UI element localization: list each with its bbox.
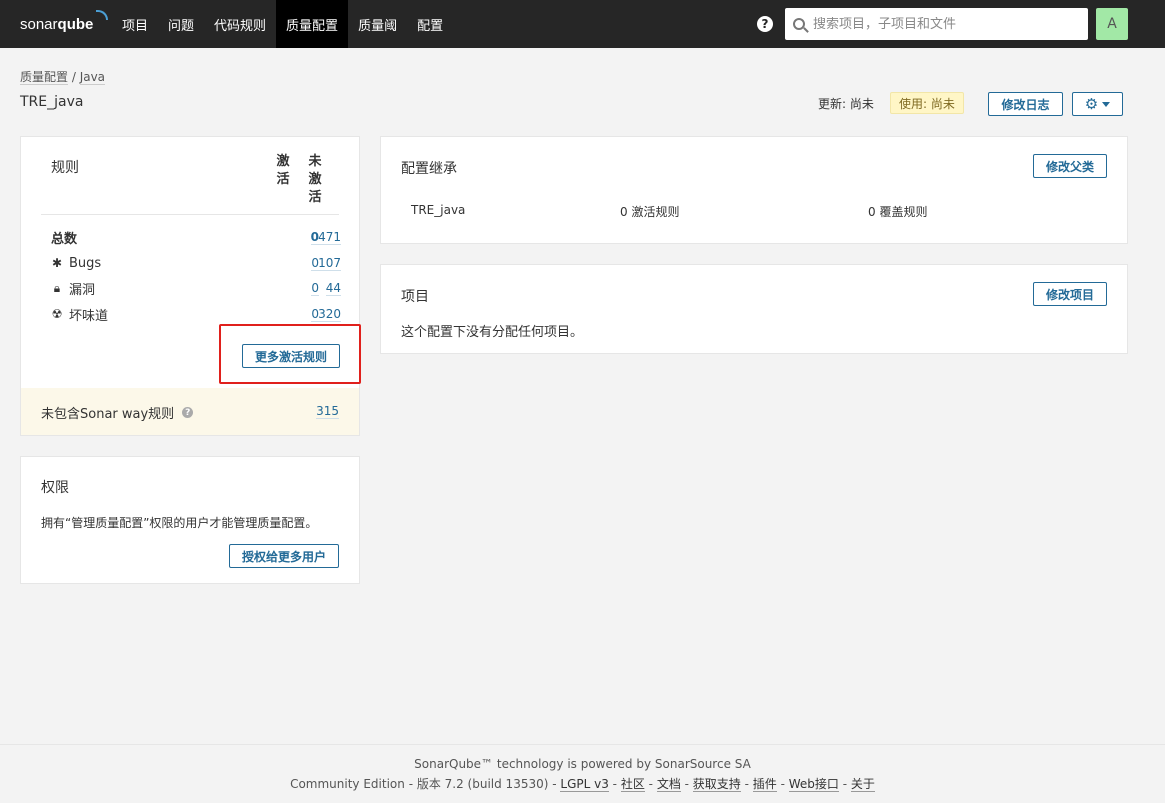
- permissions-card: 权限 拥有“管理质量配置”权限的用户才能管理质量配置。 授权给更多用户: [20, 456, 360, 584]
- sonar-way-count[interactable]: 315: [316, 404, 339, 419]
- change-projects-button[interactable]: 修改项目: [1033, 282, 1107, 306]
- projects-empty-text: 这个配置下没有分配任何项目。: [401, 325, 584, 340]
- logo-arc-icon: [96, 10, 108, 20]
- sonar-way-label: 未包含Sonar way规则: [41, 407, 175, 422]
- rules-title: 规则: [51, 160, 79, 176]
- breadcrumb-separator: /: [68, 70, 80, 84]
- page-footer: SonarQube™ technology is powered by Sona…: [0, 744, 1165, 803]
- logo-text-b: qube: [57, 15, 94, 33]
- rules-card: 规则 激活 未激活 总数 0 471 ✱ Bugs 0 107 🔒︎ 漏洞 0 44…: [20, 136, 360, 436]
- nav-administration[interactable]: 配置: [407, 0, 453, 48]
- page-title: TRE_java: [20, 94, 84, 110]
- rule-label-bugs: Bugs: [69, 255, 102, 271]
- search-box[interactable]: [785, 8, 1088, 40]
- rule-vuln-active[interactable]: 0: [311, 281, 319, 296]
- changelog-button[interactable]: 修改日志: [988, 92, 1063, 116]
- rule-total-inactive[interactable]: 471: [318, 230, 341, 245]
- chevron-down-icon: [1102, 101, 1111, 107]
- rule-bugs-inactive[interactable]: 107: [318, 256, 341, 271]
- inheritance-title: 配置继承: [401, 161, 457, 177]
- breadcrumb-root[interactable]: 质量配置: [20, 70, 69, 85]
- footer-license-link[interactable]: LGPL v3: [560, 777, 609, 792]
- inheritance-overridden-rules: 0 覆盖规则: [868, 205, 928, 219]
- inheritance-active-rules: 0 激活规则: [620, 205, 680, 219]
- rules-divider: [41, 214, 339, 215]
- help-icon[interactable]: ?: [757, 16, 773, 32]
- permissions-title: 权限: [41, 480, 69, 496]
- footer-community-link[interactable]: 社区: [620, 777, 645, 792]
- change-parent-button[interactable]: 修改父类: [1033, 154, 1107, 178]
- rule-vuln-inactive[interactable]: 44: [325, 281, 341, 296]
- sonarqube-logo[interactable]: sonar qube: [20, 10, 108, 34]
- footer-web-api-link[interactable]: Web接口: [788, 777, 839, 792]
- nav-issues[interactable]: 问题: [158, 0, 204, 48]
- lock-icon: 🔒︎: [53, 280, 61, 295]
- footer-edition: Community Edition: [290, 777, 405, 791]
- column-active: 激活: [276, 154, 290, 187]
- used-date-badge: 使用: 尚未: [890, 92, 964, 114]
- projects-title: 项目: [401, 289, 429, 305]
- nav-rules[interactable]: 代码规则: [204, 0, 276, 48]
- sonar-way-missing-banner: 未包含Sonar way规则? 315: [21, 388, 359, 435]
- search-input[interactable]: [813, 16, 1073, 32]
- nav-quality-gates[interactable]: 质量阈: [348, 0, 407, 48]
- footer-version: 版本 7.2 (build 13530): [416, 777, 549, 791]
- rule-row-vulnerabilities: 🔒︎ 漏洞 0 44: [51, 278, 341, 298]
- inheritance-card: 配置继承 修改父类 TRE_java 0 激活规则 0 覆盖规则: [380, 136, 1128, 244]
- avatar[interactable]: A: [1096, 8, 1128, 40]
- rule-row-bugs: ✱ Bugs 0 107: [51, 253, 341, 273]
- breadcrumb-language[interactable]: Java: [79, 70, 106, 85]
- nav-projects[interactable]: 项目: [112, 0, 158, 48]
- footer-about-link[interactable]: 关于: [850, 777, 875, 792]
- rule-row-code-smells: ☢ 坏味道 0 320: [51, 304, 341, 324]
- rule-smells-inactive[interactable]: 320: [318, 307, 341, 322]
- search-icon: [793, 18, 805, 30]
- updated-date: 更新: 尚未: [818, 97, 874, 111]
- footer-docs-link[interactable]: 文档: [656, 777, 681, 792]
- breadcrumb: 质量配置 / Java: [20, 68, 106, 85]
- footer-support-link[interactable]: 获取支持: [692, 777, 741, 792]
- bug-icon: ✱: [51, 256, 63, 270]
- grant-permissions-button[interactable]: 授权给更多用户: [229, 544, 339, 568]
- rule-label-total: 总数: [51, 231, 78, 247]
- permissions-description: 拥有“管理质量配置”权限的用户才能管理质量配置。: [41, 516, 318, 530]
- rule-row-total: 总数 0 471: [51, 227, 341, 247]
- nav-quality-profiles[interactable]: 质量配置: [276, 0, 349, 48]
- gear-icon: ⚙: [1084, 94, 1099, 113]
- footer-links: Community Edition - 版本 7.2 (build 13530)…: [290, 777, 875, 792]
- code-smell-icon: ☢: [51, 307, 63, 321]
- column-inactive: 未激活: [308, 154, 322, 205]
- profile-actions-button[interactable]: ⚙: [1072, 92, 1123, 116]
- footer-plugins-link[interactable]: 插件: [752, 777, 777, 792]
- logo-text-a: sonar: [20, 15, 58, 33]
- footer-powered-by: SonarQube™ technology is powered by Sona…: [414, 757, 751, 771]
- inheritance-profile-name: TRE_java: [411, 203, 466, 217]
- help-circle-icon[interactable]: ?: [182, 407, 194, 418]
- projects-card: 项目 修改项目 这个配置下没有分配任何项目。: [380, 264, 1128, 354]
- rule-label-code-smells: 坏味道: [69, 308, 109, 324]
- top-navbar: sonarqube 项目 问题 代码规则 质量配置 质量阈 配置 ? A: [0, 0, 1165, 48]
- annotation-highlight-box: [219, 324, 361, 384]
- rule-label-vulnerabilities: 漏洞: [69, 282, 96, 298]
